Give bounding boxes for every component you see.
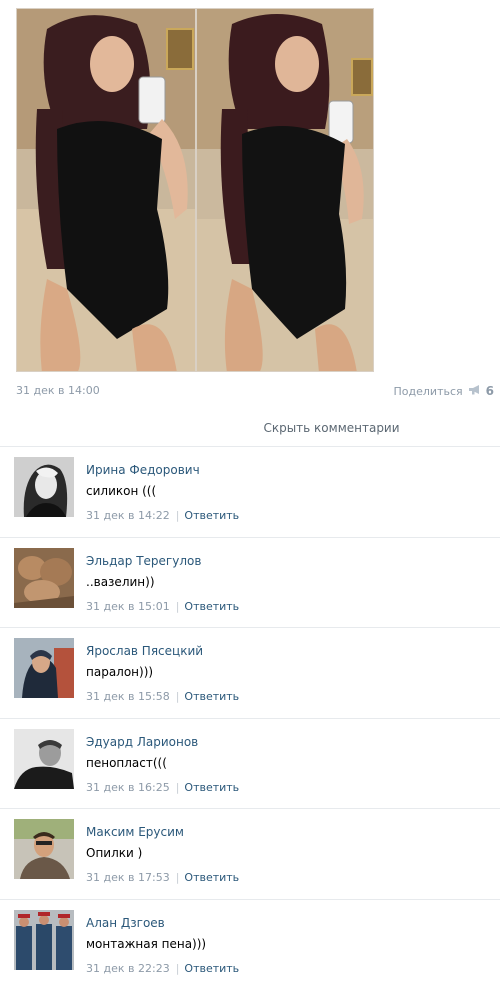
comment-text: ..вазелин)): [86, 574, 155, 589]
post-date[interactable]: 31 дек в 14:00: [16, 384, 100, 397]
comment-meta: 31 дек в 14:22 | Ответить: [86, 509, 239, 522]
comment-meta: 31 дек в 17:53 | Ответить: [86, 871, 239, 884]
comments-list: Ирина Федорович силикон ((( 31 дек в 14:…: [0, 446, 500, 989]
comment-time[interactable]: 31 дек в 15:58: [86, 690, 170, 703]
comment-text: паралон))): [86, 665, 154, 679]
comment-author[interactable]: Эдуард Ларионов: [86, 735, 198, 749]
megaphone-icon: [468, 384, 482, 398]
avatar[interactable]: [14, 728, 74, 789]
comment-meta: 31 дек в 15:01 | Ответить: [86, 600, 239, 613]
comment-time[interactable]: 31 дек в 16:25: [86, 781, 170, 794]
avatar[interactable]: [14, 457, 74, 517]
comment-text: силикон (((: [86, 484, 157, 498]
comment-time[interactable]: 31 дек в 14:22: [86, 509, 170, 522]
reply-button[interactable]: Ответить: [184, 600, 239, 613]
avatar[interactable]: [14, 638, 74, 698]
comment-time[interactable]: 31 дек в 22:23: [86, 962, 170, 975]
comment-item: Ярослав Пясецкий паралон))) 31 дек в 15:…: [0, 627, 500, 718]
reply-button[interactable]: Ответить: [184, 871, 239, 884]
comment-author[interactable]: Эльдар Терегулов: [86, 554, 201, 568]
comment-author[interactable]: Алан Дзгоев: [86, 916, 165, 930]
reply-button[interactable]: Ответить: [184, 962, 239, 975]
comment-meta: 31 дек в 16:25 | Ответить: [86, 781, 239, 794]
comment-text: пенопласт(((: [86, 755, 167, 770]
divider: |: [175, 690, 180, 703]
reply-button[interactable]: Ответить: [184, 781, 239, 794]
comment-item: Эдуард Ларионов пенопласт((( 31 дек в 16…: [0, 717, 500, 809]
share-label: Поделиться: [393, 384, 463, 398]
divider: |: [175, 780, 180, 794]
post-photo-attachment[interactable]: [16, 8, 374, 372]
post-footer: 31 дек в 14:00 Поделиться 6: [16, 384, 494, 400]
avatar[interactable]: [14, 909, 74, 970]
divider: |: [175, 509, 180, 522]
comment-item: Максим Ерусим Опилки ) 31 дек в 17:53 | От…: [0, 808, 500, 899]
divider: |: [175, 871, 180, 884]
avatar[interactable]: [14, 547, 74, 608]
share-button[interactable]: Поделиться 6: [394, 384, 494, 398]
comment-author[interactable]: Максим Ерусим: [86, 825, 184, 839]
post-photo-1[interactable]: [16, 8, 196, 372]
reply-button[interactable]: Ответить: [184, 690, 239, 703]
comment-time[interactable]: 31 дек в 17:53: [86, 871, 170, 884]
share-count: 6: [485, 384, 494, 398]
comment-author[interactable]: Ирина Федорович: [86, 463, 200, 477]
avatar[interactable]: [14, 819, 74, 879]
comment-author[interactable]: Ярослав Пясецкий: [86, 644, 203, 658]
comment-text: монтажная пена))): [86, 936, 207, 951]
post-photo-2[interactable]: [196, 8, 374, 372]
divider: |: [175, 961, 180, 975]
comment-item: Эльдар Терегулов ..вазелин)) 31 дек в 15…: [0, 536, 500, 628]
reply-button[interactable]: Ответить: [184, 509, 239, 522]
comment-meta: 31 дек в 22:23 | Ответить: [86, 962, 239, 975]
comment-item: Ирина Федорович силикон ((( 31 дек в 14:…: [0, 446, 500, 537]
comment-text: Опилки ): [86, 846, 143, 860]
comment-meta: 31 дек в 15:58 | Ответить: [86, 690, 239, 703]
hide-comments-link[interactable]: Скрыть комментарии: [0, 421, 500, 439]
divider: |: [175, 599, 180, 613]
hide-comments-label: Скрыть комментарии: [263, 421, 400, 435]
comment-item: Алан Дзгоев монтажная пена))) 31 дек в 2…: [0, 898, 500, 990]
comment-time[interactable]: 31 дек в 15:01: [86, 600, 170, 613]
